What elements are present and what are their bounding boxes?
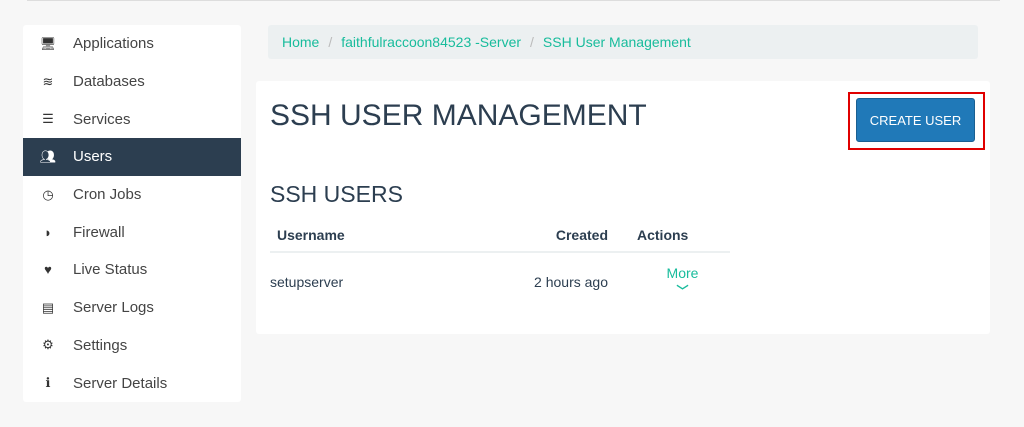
users-icon: 👥︎ [39,148,57,164]
sidebar-item-label: Settings [73,336,128,354]
breadcrumb-server[interactable]: faithfulraccoon84523 -Server [341,34,521,50]
monitor-icon: 🖥︎ [39,35,57,51]
server-icon: ☰ [42,111,54,127]
cell-created: 2 hours ago [534,273,608,290]
breadcrumb-home[interactable]: Home [282,34,319,50]
sidebar-item-label: Firewall [73,223,125,241]
sidebar-item-applications[interactable]: 🖥︎ Applications [23,25,241,63]
breadcrumb: Home / faithfulraccoon84523 -Server / SSH … [268,25,978,59]
sidebar-item-label: Users [73,148,113,166]
sidebar-item-server-details[interactable]: ℹ Server Details [23,364,241,402]
sidebar-item-databases[interactable]: ≋ Databases [23,63,241,101]
sidebar-item-label: Live Status [73,261,148,279]
sidebar-item-live-status[interactable]: ♥ Live Status [23,251,241,289]
create-user-button[interactable]: CREATE USER [856,98,975,142]
file-icon: ▤ [41,299,55,315]
sidebar-item-server-logs[interactable]: ▤ Server Logs [23,289,241,327]
info-icon: ℹ [45,375,51,391]
sidebar-item-users[interactable]: 👥︎ Users [23,138,241,176]
cell-username: setupserver [270,273,344,290]
cogs-icon: ⚙ [42,337,54,353]
header-created: Created [500,219,615,253]
table-row: setupserver 2 hours ago More ﹀ [270,252,730,310]
sidebar: 🖥︎ Applications ≋ Databases ☰ Services 👥︎ Us… [23,25,241,402]
breadcrumb-separator: / [328,34,333,50]
more-dropdown[interactable]: More ﹀ [615,252,730,310]
sidebar-item-label: Server Details [73,374,168,392]
database-icon: ≋ [42,73,54,89]
top-divider [27,0,1000,1]
breadcrumb-current[interactable]: SSH User Management [543,34,691,50]
section-title: SSH USERS [270,181,403,207]
heartbeat-icon: ♥ [44,262,52,278]
ssh-users-table: Username Created Actions setupserver 2 h… [270,219,730,310]
sidebar-item-label: Server Logs [73,299,154,317]
header-actions: Actions [615,219,730,253]
chevron-down-icon: ﹀ [676,283,689,298]
page-title: SSH USER MANAGEMENT [270,99,647,132]
table-header: Username Created Actions [270,219,730,253]
sidebar-item-cron-jobs[interactable]: ◷ Cron Jobs [23,176,241,214]
header-username: Username [270,219,500,253]
sidebar-item-label: Databases [73,73,145,91]
sidebar-item-label: Applications [73,35,154,53]
shield-icon: ◗ [44,224,52,240]
main-panel: SSH USER MANAGEMENT CREATE USER SSH USER… [256,81,990,334]
sidebar-item-settings[interactable]: ⚙ Settings [23,327,241,365]
more-label: More [666,264,699,281]
sidebar-item-label: Services [73,110,131,128]
sidebar-item-label: Cron Jobs [73,186,142,204]
sidebar-item-firewall[interactable]: ◗ Firewall [23,213,241,251]
sidebar-item-services[interactable]: ☰ Services [23,100,241,138]
breadcrumb-separator: / [530,34,534,50]
clock-icon: ◷ [42,186,54,202]
